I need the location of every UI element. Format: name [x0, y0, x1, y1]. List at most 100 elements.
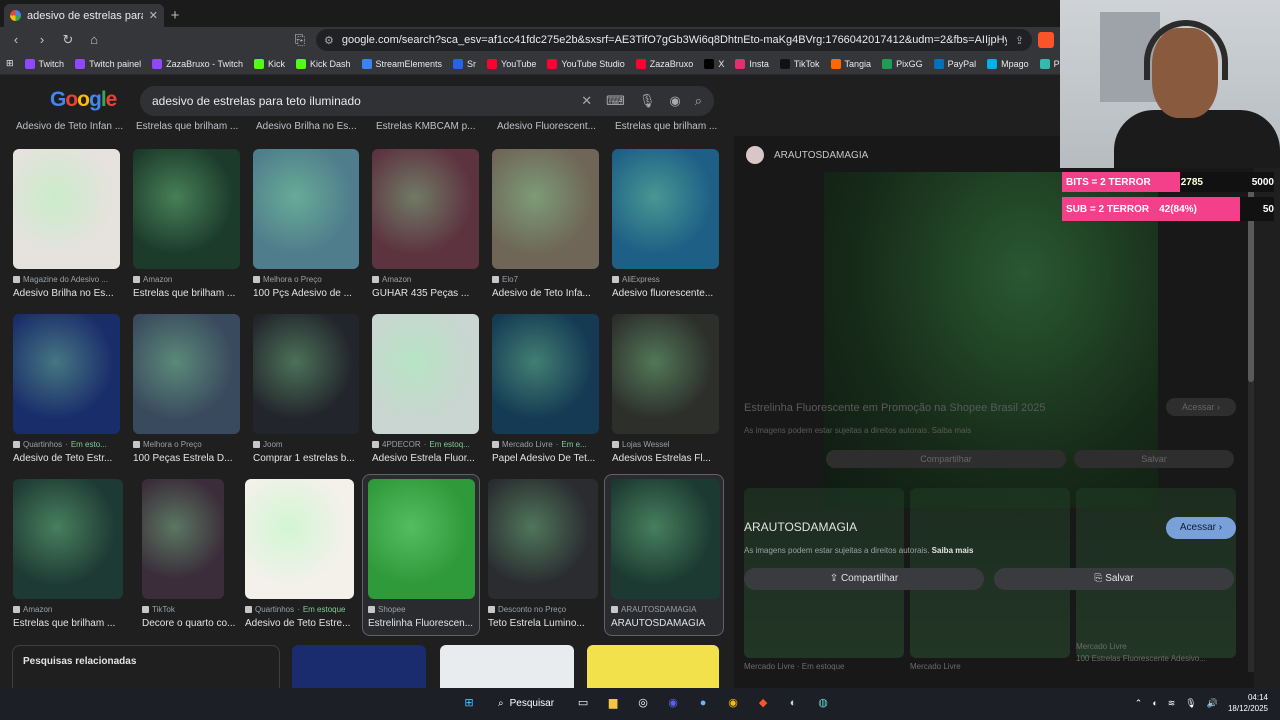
result-source[interactable]: Amazon — [372, 275, 482, 284]
discord-icon[interactable]: ◉ — [662, 692, 684, 714]
result-thumbnail[interactable] — [612, 149, 719, 269]
result-source[interactable]: Elo7 — [492, 275, 602, 284]
result-title[interactable]: Estrelas que brilham ... — [615, 121, 727, 132]
related-searches[interactable]: Pesquisas relacionadas — [12, 645, 280, 688]
bookmark-item[interactable]: Mpago — [987, 58, 1029, 69]
bookmark-icon[interactable]: ⎘ — [290, 30, 310, 50]
result-title[interactable]: Adesivo Fluorescent... — [497, 121, 609, 132]
result-source[interactable]: Quartinhos · Em estoque — [245, 605, 355, 614]
obs-icon[interactable]: ◎ — [632, 692, 654, 714]
result-source[interactable]: 4PDECOR · Em estoq... — [372, 440, 482, 449]
result-source[interactable]: Melhora o Preço — [253, 275, 363, 284]
result-source[interactable]: Quartinhos · Em esto... — [13, 440, 123, 449]
result-title[interactable]: Decore o quarto co... — [142, 618, 254, 629]
search-query[interactable]: adesivo de estrelas para teto iluminado — [152, 94, 567, 108]
mic-tray-icon[interactable]: 🎙 — [1185, 698, 1196, 709]
result-title[interactable]: Adesivo Brilha no Es... — [256, 121, 368, 132]
network-app-icon[interactable]: ◍ — [812, 692, 834, 714]
result-source[interactable]: ARAUTOSDAMAGIA — [611, 605, 721, 614]
result-thumbnail[interactable] — [142, 479, 224, 599]
result-title[interactable]: Adesivo Brilha no Es... — [13, 288, 125, 299]
browser-tab[interactable]: adesivo de estrelas para teto ilu ✕ — [4, 4, 164, 27]
result-thumbnail[interactable] — [488, 479, 598, 599]
wifi-icon[interactable]: ≋ — [1168, 698, 1176, 709]
result-thumbnail[interactable] — [372, 314, 479, 434]
result-title[interactable]: Estrelas KMBCAM p... — [376, 121, 488, 132]
result-thumbnail[interactable] — [13, 479, 123, 599]
taskbar-search[interactable]: ⌕ Pesquisar — [488, 692, 564, 714]
bookmark-item[interactable]: ZazaBruxo - Twitch — [152, 58, 243, 69]
result-title[interactable]: Adesivo fluorescente... — [612, 288, 724, 299]
result-title[interactable]: Teto Estrela Lumino... — [488, 618, 600, 629]
lens-icon[interactable]: ◉ — [669, 93, 680, 109]
result-source[interactable]: TikTok — [142, 605, 252, 614]
bookmark-item[interactable]: Kick Dash — [295, 58, 351, 69]
search-box[interactable]: adesivo de estrelas para teto iluminado … — [140, 86, 714, 116]
bookmark-item[interactable]: Twitch — [24, 58, 64, 69]
result-source[interactable]: Shopee — [368, 605, 478, 614]
result-title[interactable]: Estrelas que brilham ... — [133, 288, 245, 299]
bookmark-item[interactable]: Kick — [253, 58, 285, 69]
close-tab-icon[interactable]: ✕ — [149, 9, 158, 22]
reload-icon[interactable]: ↻ — [58, 30, 78, 50]
result-title[interactable]: 100 Peças Estrela D... — [133, 453, 245, 464]
forward-icon[interactable]: › — [32, 30, 52, 50]
volume-icon[interactable]: 🔊 — [1207, 698, 1218, 709]
result-title[interactable]: Estrelas que brilham ... — [13, 618, 125, 629]
bookmark-item[interactable]: Insta — [735, 58, 769, 69]
bookmark-item[interactable]: ZazaBruxo — [635, 58, 693, 69]
task-view-icon[interactable]: ▭ — [572, 692, 594, 714]
bookmark-item[interactable]: Tangia — [830, 58, 871, 69]
result-title[interactable]: Adesivo Estrela Fluor... — [372, 453, 484, 464]
save-button[interactable]: ⎘ Salvar — [994, 568, 1234, 590]
start-icon[interactable]: ⊞ — [458, 692, 480, 714]
keyboard-icon[interactable]: ⌨ — [606, 93, 625, 109]
panel-header[interactable]: ARAUTOSDAMAGIA — [746, 146, 868, 164]
mic-icon[interactable]: 🎙 — [639, 93, 656, 109]
learn-more-link[interactable]: Saiba mais — [932, 546, 974, 555]
result-title[interactable]: Papel Adesivo De Tet... — [492, 453, 604, 464]
address-bar[interactable]: ⚙ google.com/search?sca_esv=af1cc41fdc27… — [316, 29, 1032, 51]
clock[interactable]: 04:14 18/12/2025 — [1228, 692, 1268, 714]
result-thumbnail[interactable] — [612, 314, 719, 434]
result-source[interactable]: Melhora o Preço — [133, 440, 243, 449]
result-source[interactable]: AliExpress — [612, 275, 722, 284]
result-thumbnail[interactable] — [611, 479, 720, 599]
result-thumbnail[interactable] — [372, 149, 479, 269]
result-title[interactable]: 100 Pçs Adesivo de ... — [253, 288, 365, 299]
result-title[interactable]: Adesivo de Teto Estre... — [245, 618, 357, 629]
result-source[interactable]: Lojas Wessel — [612, 440, 722, 449]
bookmark-item[interactable]: Twitch painel — [75, 58, 141, 69]
new-tab-icon[interactable]: + — [164, 5, 186, 27]
result-title[interactable]: Comprar 1 estrelas b... — [253, 453, 365, 464]
back-icon[interactable]: ‹ — [6, 30, 26, 50]
bookmark-item[interactable]: TikTok — [779, 58, 820, 69]
result-thumbnail[interactable] — [492, 314, 599, 434]
steam-icon[interactable]: ◐ — [782, 692, 804, 714]
bookmark-item[interactable]: PixGG — [882, 58, 923, 69]
clear-icon[interactable]: ✕ — [581, 93, 592, 109]
result-thumbnail[interactable] — [13, 149, 120, 269]
brave-shield-icon[interactable] — [1038, 32, 1054, 48]
result-source[interactable]: Amazon — [13, 605, 123, 614]
visit-button[interactable]: Acessar › — [1166, 517, 1236, 539]
result-source[interactable]: Desconto no Preço — [488, 605, 598, 614]
result-title[interactable]: Adesivo de Teto Estr... — [13, 453, 125, 464]
bookmark-item[interactable]: YouTube Studio — [547, 58, 625, 69]
chrome-icon[interactable]: ◉ — [722, 692, 744, 714]
file-explorer-icon[interactable]: ▆ — [602, 692, 624, 714]
result-source[interactable]: Magazine do Adesivo ... — [13, 275, 123, 284]
result-title[interactable]: GUHAR 435 Peças ... — [372, 288, 484, 299]
result-thumbnail[interactable] — [13, 314, 120, 434]
steam-tray-icon[interactable]: ◐ — [1152, 698, 1157, 708]
home-icon[interactable]: ⌂ — [84, 30, 104, 50]
site-info-icon[interactable]: ⚙ — [324, 34, 334, 47]
result-title[interactable]: Adesivos Estrelas Fl... — [612, 453, 724, 464]
search-icon[interactable]: ⌕ — [695, 93, 702, 109]
result-title[interactable]: Estrelas que brilham ... — [136, 121, 248, 132]
result-thumbnail[interactable] — [368, 479, 475, 599]
brave-icon[interactable]: ◆ — [752, 692, 774, 714]
result-thumbnail[interactable] — [253, 149, 359, 269]
result-source[interactable]: Amazon — [133, 275, 243, 284]
result-thumbnail[interactable] — [253, 314, 359, 434]
